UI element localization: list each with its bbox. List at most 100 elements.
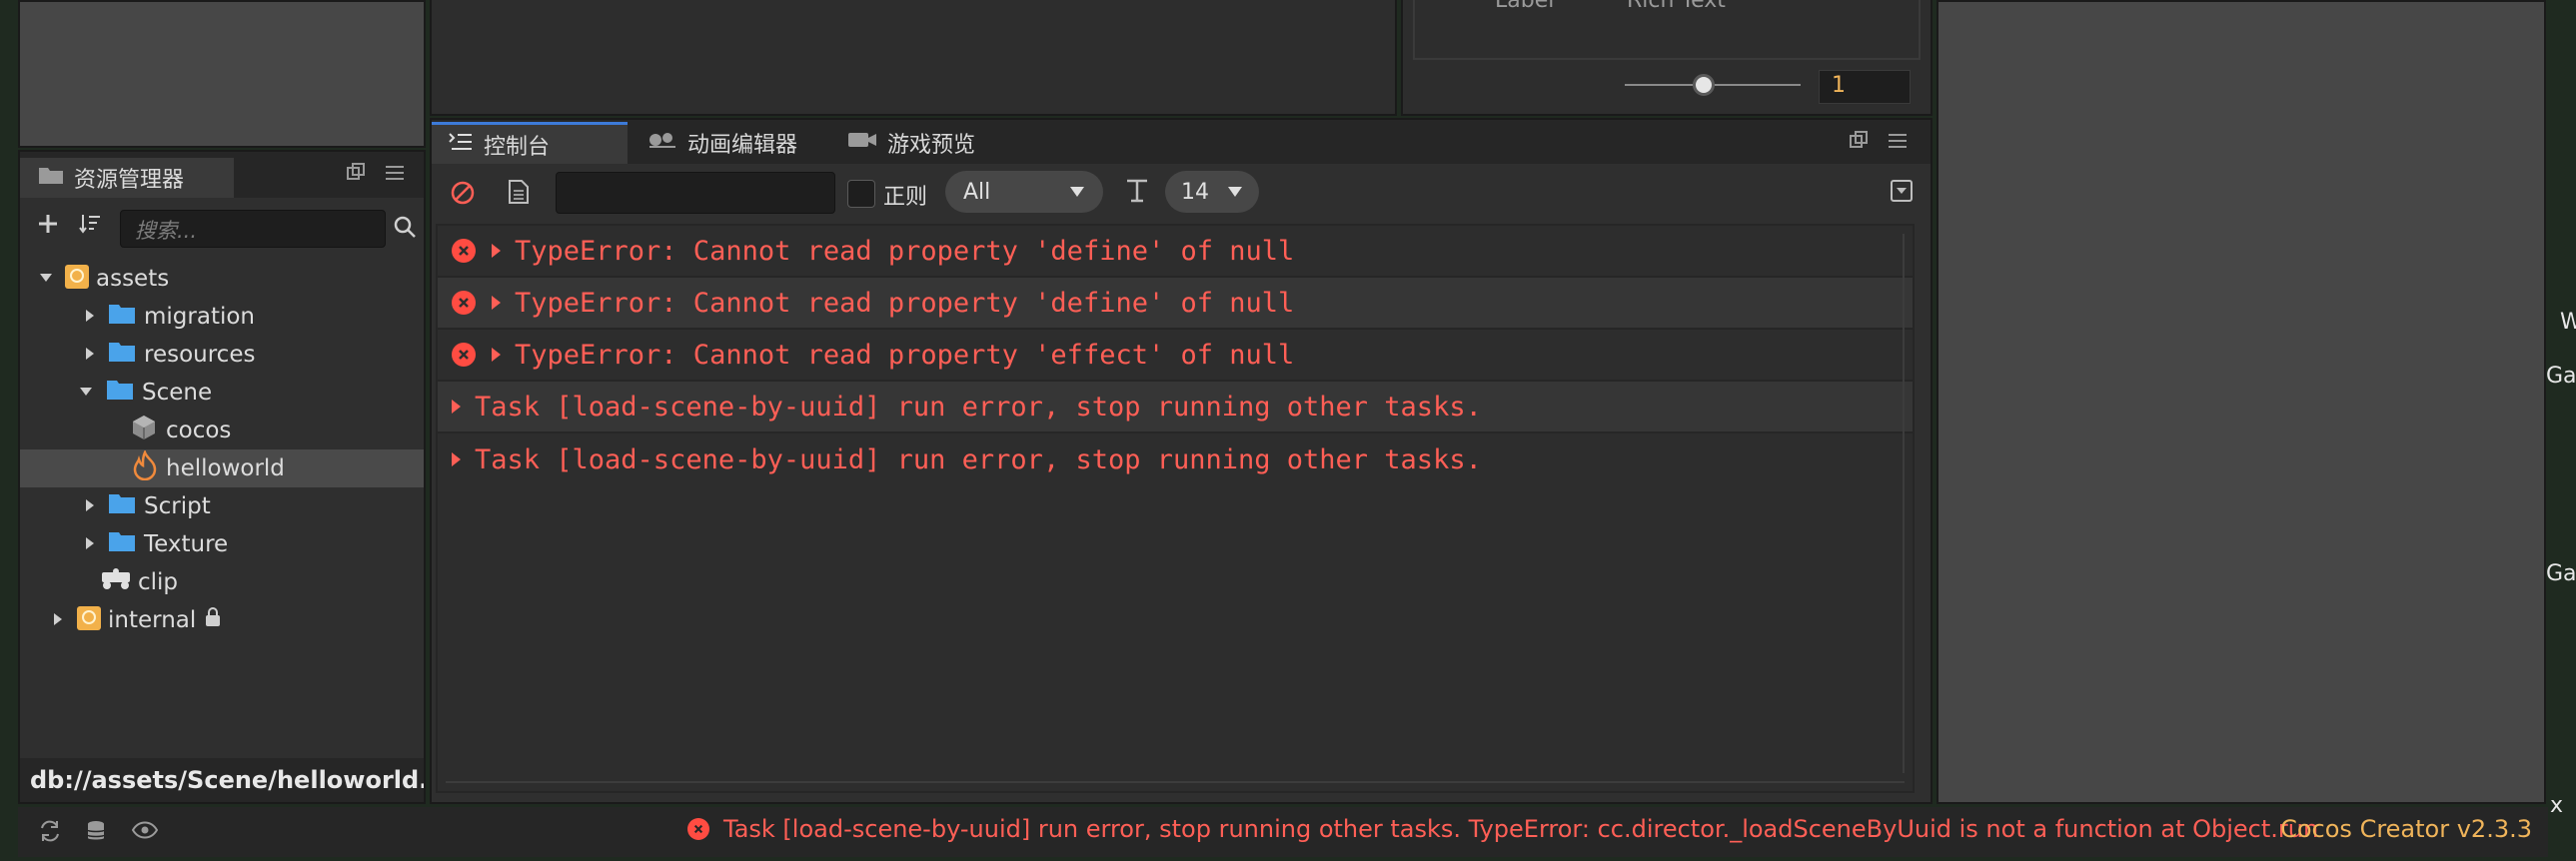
folder-icon <box>106 379 134 407</box>
log-entry[interactable]: TypeError: Cannot read property 'effect'… <box>438 330 1913 382</box>
collapsed-arrow-icon[interactable] <box>50 607 66 633</box>
log-text: Task [load-scene-by-uuid] run error, sto… <box>475 443 1482 475</box>
tree-item-script[interactable]: Script <box>20 487 424 525</box>
tree-item-helloworld[interactable]: helloworld <box>20 448 424 487</box>
edge-text-w: W <box>2560 310 2576 335</box>
vertical-scrollbar[interactable] <box>1903 234 1905 773</box>
search-icon[interactable] <box>392 214 422 244</box>
log-text: TypeError: Cannot read property 'effect'… <box>515 339 1295 371</box>
expand-arrow-icon[interactable] <box>492 244 501 258</box>
lock-icon <box>204 607 222 633</box>
animation-clip-icon <box>100 567 134 597</box>
tree-item-scene-folder[interactable]: Scene <box>20 374 424 412</box>
tab-console[interactable]: 控制台 <box>432 122 628 164</box>
eye-icon[interactable] <box>131 821 159 843</box>
console-tab-tools <box>1849 120 1909 166</box>
database-stack-icon[interactable] <box>86 819 106 847</box>
tree-item-migration[interactable]: migration <box>20 298 424 336</box>
asset-path: db://assets/Scene/helloworld.f... <box>20 758 424 802</box>
tree-item-label: Scene <box>142 380 213 406</box>
asset-tree: assets migration resources Scene cocos h… <box>20 260 424 639</box>
error-icon <box>687 818 709 840</box>
status-error-message[interactable]: Task [load-scene-by-uuid] run error, sto… <box>687 815 2318 843</box>
font-size-value: 14 <box>1181 179 1209 205</box>
log-level-select[interactable]: All <box>945 171 1103 213</box>
menu-icon[interactable] <box>1887 131 1909 156</box>
menu-icon[interactable] <box>384 163 406 188</box>
tree-item-label: migration <box>144 304 256 330</box>
tree-item-cocos[interactable]: cocos <box>20 412 424 449</box>
folder-icon <box>38 165 64 191</box>
expanded-arrow-icon[interactable] <box>78 380 94 406</box>
tree-item-assets[interactable]: assets <box>20 260 424 298</box>
console-panel: 控制台 动画编辑器 游戏预览 正则 All 14 TypeError: Cann… <box>430 118 1932 804</box>
collapse-icon[interactable] <box>1891 180 1913 206</box>
assets-tabbar: 资源管理器 <box>20 152 424 198</box>
collapsed-arrow-icon[interactable] <box>82 342 98 368</box>
regex-label: 正则 <box>883 185 928 210</box>
scene-fire-icon <box>132 448 158 486</box>
expand-arrow-icon[interactable] <box>452 400 461 414</box>
assets-toolbar: 搜索... <box>20 200 424 256</box>
log-entry[interactable]: Task [load-scene-by-uuid] run error, sto… <box>438 433 1913 485</box>
collapsed-arrow-icon[interactable] <box>82 531 98 557</box>
popout-icon[interactable] <box>346 162 366 188</box>
animation-icon <box>647 129 677 157</box>
tree-item-internal[interactable]: internal <box>20 601 424 639</box>
tree-item-label: cocos <box>166 418 232 443</box>
collapsed-arrow-icon[interactable] <box>82 304 98 330</box>
tree-item-label: resources <box>144 342 256 368</box>
expand-arrow-icon[interactable] <box>492 348 501 362</box>
slider-value-input[interactable]: 1 <box>1819 70 1911 104</box>
log-text: TypeError: Cannot read property 'define'… <box>515 235 1295 267</box>
error-icon <box>452 291 476 315</box>
log-text: Task [load-scene-by-uuid] run error, sto… <box>475 391 1482 423</box>
sort-icon[interactable] <box>70 212 110 243</box>
tree-item-label: clip <box>138 569 179 595</box>
folder-icon <box>108 341 136 369</box>
edge-text-ga: Ga <box>2546 561 2576 586</box>
log-entry[interactable]: TypeError: Cannot read property 'define'… <box>438 226 1913 278</box>
component-rich-text[interactable]: Rich Text <box>1627 0 1726 13</box>
tab-game-preview[interactable]: 游戏预览 <box>831 122 991 164</box>
chevron-down-icon <box>1069 183 1085 202</box>
log-entry[interactable]: TypeError: Cannot read property 'define'… <box>438 278 1913 330</box>
console-toolbar: 正则 All 14 <box>432 166 1931 220</box>
console-tabbar: 控制台 动画编辑器 游戏预览 <box>432 120 1931 164</box>
database-icon <box>64 262 90 296</box>
horizontal-scrollbar[interactable] <box>446 781 1905 783</box>
tree-item-label: Script <box>144 493 211 519</box>
regex-checkbox[interactable] <box>847 180 875 208</box>
popout-icon[interactable] <box>1849 130 1869 156</box>
tree-item-clip[interactable]: clip <box>20 563 424 601</box>
console-list-icon <box>448 131 474 159</box>
expanded-arrow-icon[interactable] <box>38 266 54 292</box>
filter-input[interactable] <box>556 172 835 214</box>
font-size-select[interactable]: 14 <box>1165 171 1259 213</box>
slider-handle[interactable] <box>1693 74 1715 96</box>
search-input[interactable]: 搜索... <box>120 210 386 248</box>
tree-item-resources[interactable]: resources <box>20 336 424 374</box>
log-text: TypeError: Cannot read property 'define'… <box>515 287 1295 319</box>
database-icon <box>76 603 102 637</box>
component-label[interactable]: Label <box>1495 0 1554 13</box>
log-entry[interactable]: Task [load-scene-by-uuid] run error, sto… <box>438 382 1913 433</box>
tree-item-texture[interactable]: Texture <box>20 525 424 563</box>
refresh-icon[interactable] <box>38 820 62 846</box>
folder-icon <box>108 530 136 558</box>
font-size-icon <box>1125 178 1149 208</box>
collapsed-arrow-icon[interactable] <box>82 493 98 519</box>
console-log-list: TypeError: Cannot read property 'define'… <box>436 224 1915 793</box>
folder-icon <box>108 303 136 331</box>
expand-arrow-icon[interactable] <box>452 452 461 466</box>
log-file-icon[interactable] <box>508 179 530 209</box>
status-message-text: Task [load-scene-by-uuid] run error, sto… <box>723 815 2319 843</box>
tab-animation-editor[interactable]: 动画编辑器 <box>632 122 813 164</box>
expand-arrow-icon[interactable] <box>492 296 501 310</box>
tab-assets[interactable]: 资源管理器 <box>20 158 234 198</box>
tab-animation-editor-label: 动画编辑器 <box>687 133 798 158</box>
tree-item-label: internal <box>108 607 197 633</box>
add-icon[interactable] <box>28 212 68 242</box>
clear-icon[interactable] <box>450 180 476 210</box>
folder-icon <box>108 492 136 520</box>
